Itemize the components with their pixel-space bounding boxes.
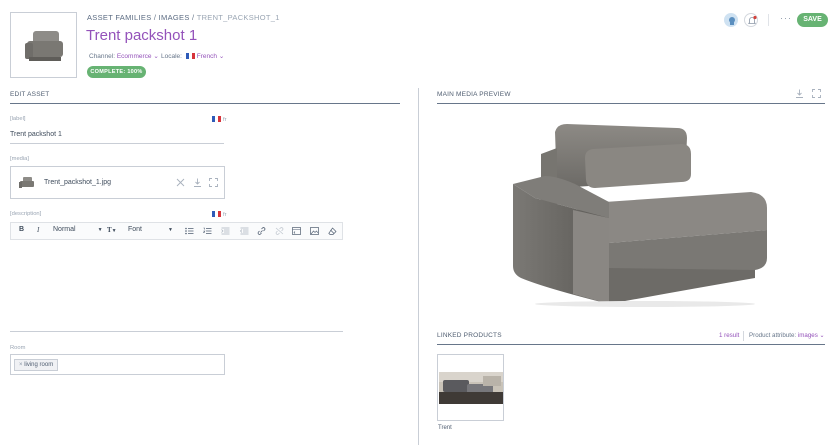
product-name: Trent [438,425,452,431]
chevron-down-icon: ⌄ [819,332,825,339]
font-family-select[interactable]: Font ▼ [128,226,173,233]
result-count: 1 result [719,332,740,339]
section-divider [10,103,400,104]
room-field-label: Room [10,345,26,351]
bold-button[interactable]: B [19,226,24,233]
breadcrumb: ASSET FAMILIES / IMAGES / TRENT_PACKSHOT… [87,13,280,22]
heading-select[interactable]: Normal ▼ [53,226,103,233]
locale-switcher[interactable]: Locale: French ⌄ [161,52,224,60]
product-attribute-select[interactable]: Product attribute: images ⌄ [749,332,825,339]
more-actions-button[interactable]: ··· [780,13,792,23]
room-tag: × living room [14,359,59,371]
main-media-image [513,124,767,307]
locale-value: French [196,53,218,60]
download-icon[interactable] [193,178,202,187]
edit-asset-heading: EDIT ASSET [10,91,50,98]
save-button[interactable]: SAVE [797,13,828,27]
font-size-select[interactable]: T▼ [107,226,117,234]
linked-products-heading: LINKED PRODUCTS [437,332,502,339]
fullscreen-icon[interactable] [812,89,821,98]
outdent-icon[interactable] [240,227,249,235]
panel-divider [418,88,419,445]
asset-thumbnail [10,12,77,78]
channel-switcher[interactable]: Channel: Ecommerce ⌄ [89,52,159,60]
font-family-value: Font [128,226,143,233]
close-icon[interactable] [176,178,185,187]
caret-down-icon: ▼ [168,227,173,233]
product-thumbnail [439,372,503,404]
remove-tag-icon[interactable]: × [19,362,23,368]
breadcrumb-separator: / [151,13,159,22]
bell-icon [748,15,757,24]
input-underline [10,143,224,144]
chevron-down-icon: ⌄ [218,53,225,60]
product-attribute-label: Product attribute: [749,332,797,339]
eraser-icon[interactable] [328,227,337,235]
caret-down-icon: ▼ [97,227,103,233]
user-avatar[interactable] [724,13,738,27]
room-select[interactable]: × living room [10,354,225,375]
preview-heading: MAIN MEDIA PREVIEW [437,91,511,98]
france-flag-icon [185,53,195,59]
label-field-label: [label] [10,116,26,122]
room-tag-label: living room [24,362,54,368]
media-thumbnail [19,177,34,188]
link-icon[interactable] [257,227,266,235]
fullscreen-icon[interactable] [209,178,218,187]
channel-value: Ecommerce [116,53,152,60]
completeness-badge: COMPLETE: 100% [87,66,146,78]
editor-underline [10,331,343,332]
label-locale: fr [223,117,227,123]
heading-select-value: Normal [53,226,76,233]
description-locale: fr [223,212,227,218]
media-uploader: Trent_packshot_1.jpg [10,166,225,199]
breadcrumb-current: TRENT_PACKSHOT_1 [196,13,280,22]
notifications-button[interactable] [744,13,758,27]
locale-label: Locale: [161,53,182,60]
media-field-label: [media] [10,156,30,162]
product-card[interactable] [437,354,504,421]
breadcrumb-separator: / [189,13,197,22]
caret-down-icon: ▼ [111,229,117,234]
product-attribute-value: images [797,332,818,339]
unlink-icon[interactable] [275,227,284,235]
numbered-list-icon[interactable] [203,227,212,235]
download-icon[interactable] [795,89,804,98]
label-input[interactable]: Trent packshot 1 [10,131,62,138]
section-divider [437,344,825,345]
france-flag-icon [212,116,221,122]
chevron-down-icon: ⌄ [153,53,159,60]
label-locale-indicator: fr [210,116,227,123]
indent-icon[interactable] [221,227,230,235]
france-flag-icon [212,211,221,217]
embed-icon[interactable] [292,227,301,235]
description-field-label: [description] [10,211,42,217]
italic-button[interactable]: I [37,226,39,234]
media-filename: Trent_packshot_1.jpg [44,179,112,186]
page-title: Trent packshot 1 [86,27,198,44]
section-divider [437,103,825,104]
result-separator [743,331,744,341]
breadcrumb-asset-families[interactable]: ASSET FAMILIES [87,13,152,22]
bullet-list-icon[interactable] [185,227,194,235]
toolbar-divider [768,14,769,26]
description-locale-indicator: fr [210,211,227,218]
channel-label: Channel: [89,53,116,60]
image-icon[interactable] [310,227,319,235]
breadcrumb-images[interactable]: IMAGES [159,13,190,22]
description-editor[interactable] [10,240,343,330]
